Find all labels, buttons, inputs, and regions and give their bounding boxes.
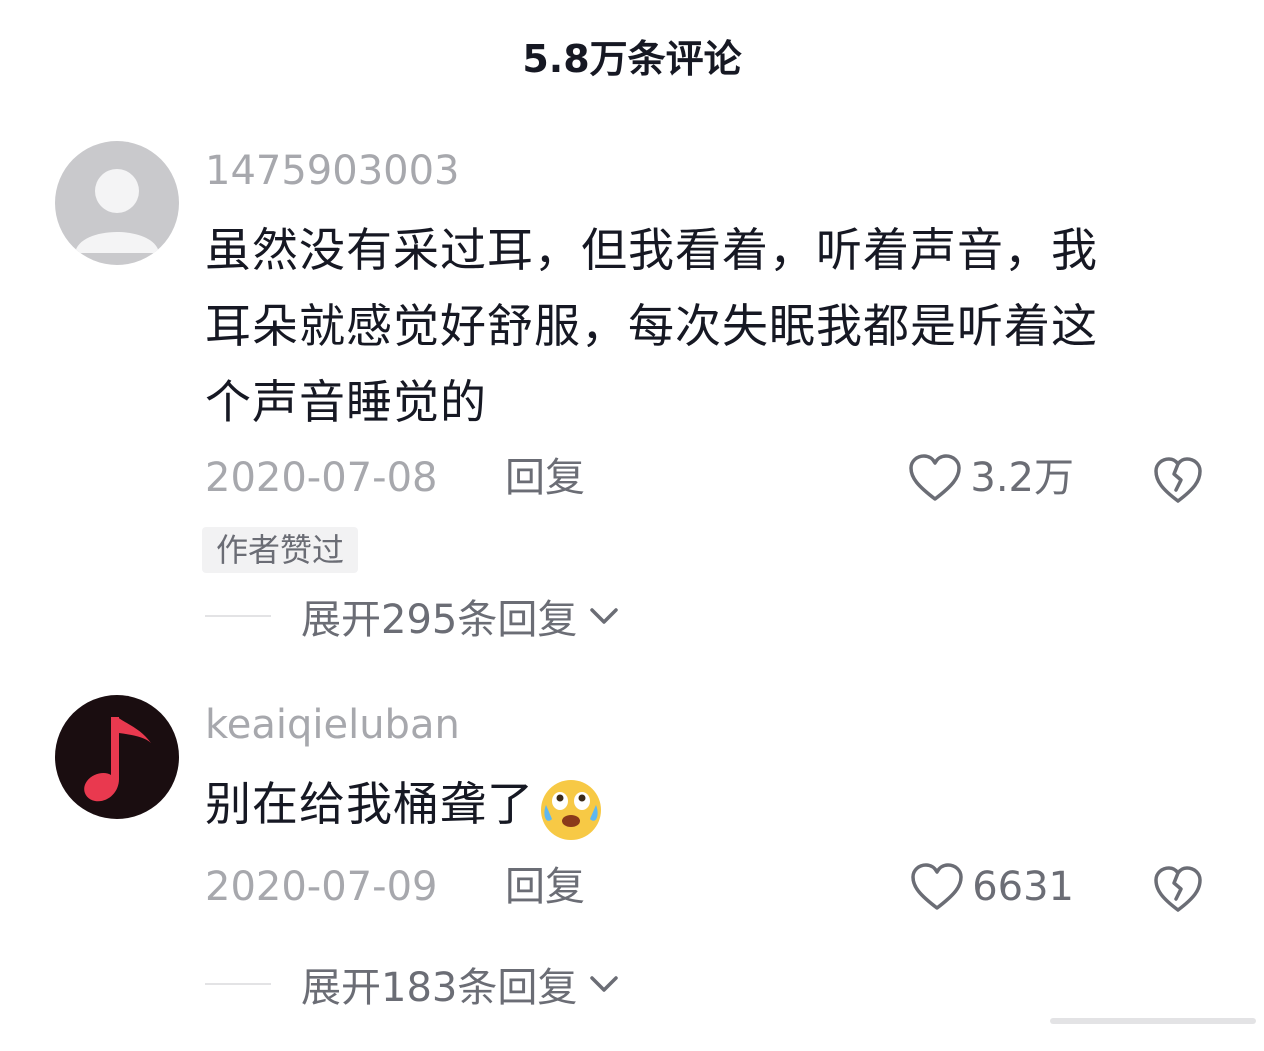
chevron-down-icon <box>590 976 619 992</box>
comment-text-line: 别在给我桶聋了 <box>205 777 534 831</box>
home-indicator-icon <box>1050 1018 1256 1024</box>
divider <box>205 615 271 617</box>
music-note-avatar-icon <box>55 695 179 819</box>
like-count: 3.2万 <box>970 455 1074 501</box>
author-liked-badge: 作者赞过 <box>202 527 359 573</box>
expand-replies-button[interactable]: 展开295条回复 <box>205 586 621 646</box>
comment-text-line: 虽然没有采过耳，但我看着，听着声音，我 <box>205 223 1098 277</box>
chevron-down-icon <box>590 608 619 624</box>
page-title: 5.8万条评论 <box>522 37 742 81</box>
broken-heart-icon[interactable] <box>1152 454 1204 506</box>
avatar[interactable] <box>55 141 179 265</box>
divider <box>205 983 271 985</box>
avatar[interactable] <box>55 695 179 819</box>
heart-icon <box>909 454 962 501</box>
reply-button[interactable]: 回复 <box>505 857 585 917</box>
comment-text: 别在给我桶聋了 <box>205 766 1215 842</box>
comment-text-line: 耳朵就感觉好舒服，每次失眠我都是听着这 <box>205 299 1098 353</box>
comment-meta: 2020-07-08 回复 3.2万 <box>205 448 1204 508</box>
comment-text-line: 个声音睡觉的 <box>205 375 487 429</box>
comment-text: 虽然没有采过耳，但我看着，听着声音，我 耳朵就感觉好舒服，每次失眠我都是听着这 … <box>205 212 1215 440</box>
broken-heart-icon[interactable] <box>1152 863 1204 915</box>
heart-icon <box>911 863 963 910</box>
like-button[interactable]: 6631 <box>910 857 1074 917</box>
default-user-avatar-icon <box>55 141 179 265</box>
expand-replies-label: 展开295条回复 <box>301 597 578 643</box>
username[interactable]: 1475903003 <box>205 148 460 194</box>
username[interactable]: keaiqieluban <box>205 702 460 748</box>
comment-meta: 2020-07-09 回复 6631 <box>205 857 1204 917</box>
comment-date: 2020-07-09 <box>205 864 438 910</box>
reply-button[interactable]: 回复 <box>505 448 585 508</box>
expand-replies-label: 展开183条回复 <box>301 965 578 1011</box>
like-count: 6631 <box>972 864 1074 910</box>
crying-laugh-emoji-icon <box>541 779 601 840</box>
comment-date: 2020-07-08 <box>205 455 438 501</box>
like-button[interactable]: 3.2万 <box>908 448 1074 508</box>
expand-replies-button[interactable]: 展开183条回复 <box>205 954 621 1014</box>
